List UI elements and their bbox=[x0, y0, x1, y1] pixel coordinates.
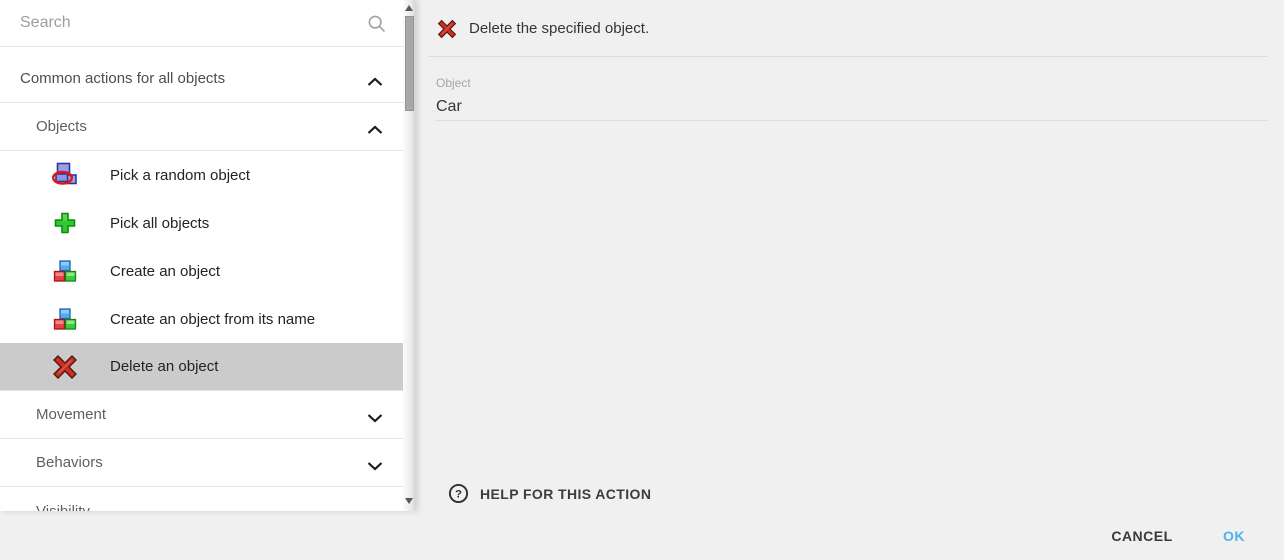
action-header: Delete the specified object. bbox=[415, 0, 1284, 57]
ok-button[interactable]: OK bbox=[1198, 518, 1270, 554]
category-objects[interactable]: Objects bbox=[0, 103, 403, 151]
category-movement-label: Movement bbox=[36, 406, 106, 423]
search-icon bbox=[366, 13, 388, 35]
category-visibility[interactable]: Visibility bbox=[0, 487, 403, 511]
svg-text:?: ? bbox=[455, 489, 462, 501]
chevron-down-icon bbox=[366, 410, 384, 420]
cancel-button[interactable]: CANCEL bbox=[1092, 518, 1192, 554]
search-bar bbox=[0, 0, 403, 47]
section-common-actions-label: Common actions for all objects bbox=[20, 70, 225, 87]
action-item-label: Delete an object bbox=[110, 358, 218, 375]
action-item-label: Create an object bbox=[110, 263, 220, 280]
dialog-footer: CANCEL OK bbox=[0, 511, 1284, 560]
pick-all-objects-icon bbox=[52, 210, 78, 236]
delete-object-icon bbox=[437, 19, 457, 39]
pick-random-object-icon bbox=[52, 162, 78, 188]
action-item-create-object[interactable]: Create an object bbox=[0, 247, 403, 295]
scroll-down-arrow-icon[interactable] bbox=[405, 498, 413, 504]
object-field-label: Object bbox=[436, 76, 471, 90]
scroll-up-arrow-icon[interactable] bbox=[405, 5, 413, 11]
chevron-down-icon bbox=[366, 458, 384, 468]
search-input[interactable] bbox=[20, 0, 350, 46]
sidebar-scrollbar[interactable] bbox=[403, 0, 415, 511]
create-object-icon bbox=[52, 258, 78, 284]
object-field-input[interactable] bbox=[436, 96, 1256, 118]
category-behaviors-label: Behaviors bbox=[36, 454, 103, 471]
action-item-label: Create an object from its name bbox=[110, 311, 315, 328]
category-behaviors[interactable]: Behaviors bbox=[0, 439, 403, 487]
section-common-actions[interactable]: Common actions for all objects bbox=[0, 55, 403, 103]
help-button-label: HELP FOR THIS ACTION bbox=[480, 486, 651, 502]
header-divider bbox=[428, 56, 1268, 57]
action-item-pick-all-objects[interactable]: Pick all objects bbox=[0, 199, 403, 247]
action-item-create-object-from-name[interactable]: Create an object from its name bbox=[0, 295, 403, 343]
help-button[interactable]: ? HELP FOR THIS ACTION bbox=[448, 481, 651, 506]
action-editor-panel: Delete the specified object. Object ? HE… bbox=[415, 0, 1284, 511]
category-visibility-label: Visibility bbox=[36, 503, 90, 512]
delete-object-icon bbox=[52, 354, 78, 380]
action-title: Delete the specified object. bbox=[469, 0, 649, 57]
action-item-delete-object[interactable]: Delete an object bbox=[0, 343, 403, 391]
action-item-pick-random-object[interactable]: Pick a random object bbox=[0, 151, 403, 199]
chevron-up-icon bbox=[366, 74, 384, 84]
action-item-label: Pick a random object bbox=[110, 167, 250, 184]
category-movement[interactable]: Movement bbox=[0, 391, 403, 439]
chevron-up-icon bbox=[366, 122, 384, 132]
actions-sidebar: Common actions for all objects Objects bbox=[0, 0, 415, 511]
scrollbar-thumb[interactable] bbox=[405, 16, 414, 111]
object-field-underline bbox=[435, 120, 1268, 121]
help-circle-icon: ? bbox=[448, 483, 469, 504]
category-objects-label: Objects bbox=[36, 118, 87, 135]
action-item-label: Pick all objects bbox=[110, 215, 209, 232]
create-object-from-name-icon bbox=[52, 306, 78, 332]
actions-list: Common actions for all objects Objects bbox=[0, 47, 403, 511]
